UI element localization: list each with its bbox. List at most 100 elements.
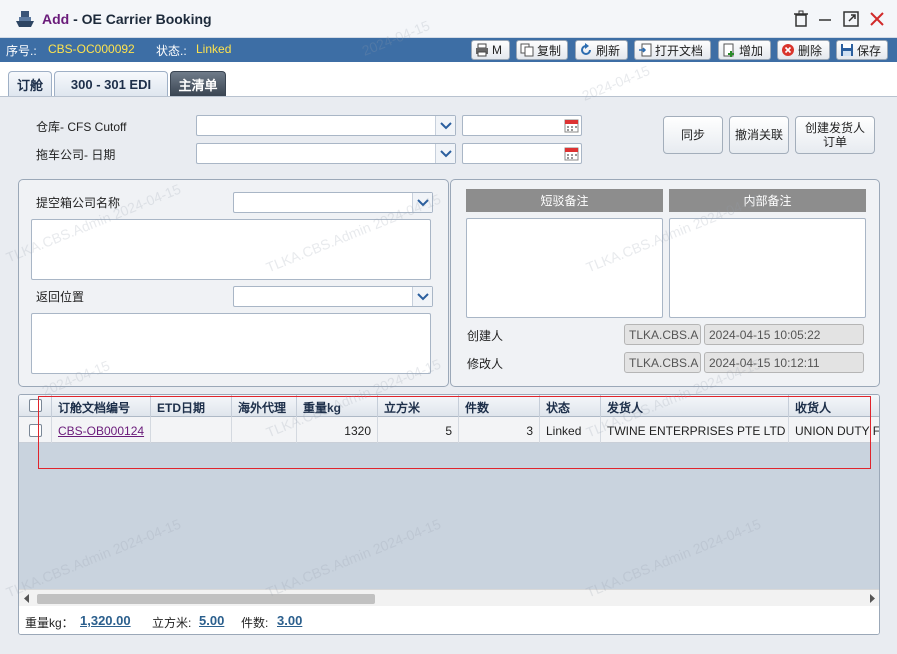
chevron-down-icon[interactable] xyxy=(435,116,455,135)
modifier-label: 修改人 xyxy=(467,357,504,371)
print-label: M xyxy=(492,43,502,57)
delete-button[interactable]: 删除 xyxy=(777,40,830,60)
trucker-label: 拖车公司- 日期 xyxy=(36,148,116,162)
row-checkbox[interactable] xyxy=(29,424,42,437)
cell-consignee: UNION DUTY FI xyxy=(795,424,880,438)
scrollbar-thumb[interactable] xyxy=(37,594,375,604)
sync-button[interactable]: 同步 xyxy=(663,116,723,154)
booking-grid: 订舱文档编号 ETD日期 海外代理 重量kg 立方米 件数 状态 发货人 收货人… xyxy=(18,394,880,635)
internal-remarks-textarea[interactable] xyxy=(669,218,866,318)
modifier-time: 2024-04-15 10:12:11 xyxy=(704,352,864,373)
scroll-right-icon[interactable] xyxy=(868,594,876,603)
total-weight-label: 重量kg： xyxy=(25,616,74,630)
short-haul-remarks-header: 短驳备注 xyxy=(466,189,663,212)
status-value: Linked xyxy=(196,42,232,56)
modifier-name: TLKA.CBS.A xyxy=(624,352,701,373)
refresh-button[interactable]: 刷新 xyxy=(575,40,628,60)
open-document-label: 打开文档 xyxy=(655,43,704,58)
cell-etd xyxy=(151,417,232,443)
cell-shipper: TWINE ENTERPRISES PTE LTD xyxy=(601,417,789,443)
delete-icon xyxy=(782,44,794,56)
creator-label: 创建人 xyxy=(467,329,504,343)
title-bar: Add - OE Carrier Booking xyxy=(0,0,897,38)
horizontal-scrollbar[interactable] xyxy=(19,589,879,606)
return-address-textarea[interactable] xyxy=(31,313,431,374)
doc-no-link[interactable]: CBS-OB000124 xyxy=(51,417,151,443)
scroll-left-icon[interactable] xyxy=(23,594,31,603)
ship-icon xyxy=(16,11,34,27)
minimize-icon[interactable] xyxy=(816,10,834,28)
col-consignee[interactable]: 收货人 xyxy=(789,395,879,417)
tab-edi[interactable]: 300 - 301 EDI xyxy=(54,71,168,96)
total-cbm-label: 立方米: xyxy=(152,616,192,630)
close-icon[interactable] xyxy=(868,10,886,28)
trucker-date[interactable] xyxy=(462,143,582,164)
col-agent[interactable]: 海外代理 xyxy=(232,395,297,417)
total-cbm-value[interactable]: 5.00 xyxy=(199,613,224,628)
warehouse-combo[interactable] xyxy=(196,115,456,136)
tab-master-list[interactable]: 主清单 xyxy=(170,71,226,96)
col-weight[interactable]: 重量kg xyxy=(297,395,378,417)
tab-booking[interactable]: 订舱 xyxy=(8,71,52,96)
total-pieces-label: 件数: xyxy=(241,616,269,630)
cell-agent xyxy=(232,417,297,443)
col-pieces[interactable]: 件数 xyxy=(459,395,540,417)
total-weight-value[interactable]: 1,320.00 xyxy=(80,613,131,628)
add-document-icon xyxy=(723,43,734,57)
save-icon xyxy=(841,44,853,56)
copy-icon xyxy=(520,43,534,57)
open-document-button[interactable]: 打开文档 xyxy=(634,40,711,60)
cfs-cutoff-date[interactable] xyxy=(462,115,582,136)
col-etd[interactable]: ETD日期 xyxy=(151,395,232,417)
save-label: 保存 xyxy=(857,43,882,58)
internal-remarks-header: 内部备注 xyxy=(669,189,866,212)
tab-strip: 订舱 300 - 301 EDI 主清单 xyxy=(0,62,897,96)
table-row[interactable]: CBS-OB000124 1320 5 3 Linked TWINE ENTER… xyxy=(19,417,880,443)
printer-icon xyxy=(476,43,488,57)
grid-header: 订舱文档编号 ETD日期 海外代理 重量kg 立方米 件数 状态 发货人 收货人 xyxy=(19,395,879,417)
col-doc-no[interactable]: 订舱文档编号 xyxy=(51,395,151,417)
chevron-down-icon[interactable] xyxy=(435,144,455,163)
pickup-company-label: 提空箱公司名称 xyxy=(36,196,121,210)
pickup-address-textarea[interactable] xyxy=(31,219,431,280)
cell-pieces: 3 xyxy=(459,417,540,443)
serial-label: 序号.: xyxy=(6,44,37,58)
select-all-checkbox[interactable] xyxy=(29,399,42,412)
refresh-icon xyxy=(581,43,591,55)
create-shipper-order-button[interactable]: 创建发货人订单 xyxy=(795,116,875,154)
add-button[interactable]: 增加 xyxy=(718,40,771,60)
col-status[interactable]: 状态 xyxy=(540,395,601,417)
delete-label: 删除 xyxy=(798,43,823,58)
short-haul-remarks-textarea[interactable] xyxy=(466,218,663,318)
cell-cbm: 5 xyxy=(378,417,459,443)
window-title: Add - OE Carrier Booking xyxy=(42,11,212,27)
cell-weight: 1320 xyxy=(297,417,378,443)
creator-time: 2024-04-15 10:05:22 xyxy=(704,324,864,345)
maximize-icon[interactable] xyxy=(842,10,860,28)
title-add: Add xyxy=(42,11,70,27)
return-location-combo[interactable] xyxy=(233,286,433,307)
pickup-company-combo[interactable] xyxy=(233,192,433,213)
chevron-down-icon[interactable] xyxy=(412,193,432,212)
trash-icon[interactable] xyxy=(792,10,810,28)
chevron-down-icon[interactable] xyxy=(412,287,432,306)
calendar-icon[interactable] xyxy=(564,118,579,133)
serial-value: CBS-OC000092 xyxy=(48,42,135,56)
info-toolbar: 序号.: CBS-OC000092 状态.: Linked M 复制 刷新 打开… xyxy=(0,38,897,62)
print-button[interactable]: M xyxy=(471,40,510,60)
add-label: 增加 xyxy=(739,43,764,58)
refresh-label: 刷新 xyxy=(596,43,621,58)
total-pieces-value[interactable]: 3.00 xyxy=(277,613,302,628)
copy-button[interactable]: 复制 xyxy=(516,40,568,60)
col-cbm[interactable]: 立方米 xyxy=(378,395,459,417)
trucker-combo[interactable] xyxy=(196,143,456,164)
warehouse-label: 仓库- CFS Cutoff xyxy=(36,120,127,134)
copy-label: 复制 xyxy=(537,43,562,58)
save-button[interactable]: 保存 xyxy=(836,40,888,60)
col-shipper[interactable]: 发货人 xyxy=(601,395,789,417)
creator-name: TLKA.CBS.A xyxy=(624,324,701,345)
calendar-icon[interactable] xyxy=(564,146,579,161)
unlink-button[interactable]: 撤消关联 xyxy=(729,116,789,154)
cell-status: Linked xyxy=(540,417,601,443)
return-location-label: 返回位置 xyxy=(36,290,85,304)
